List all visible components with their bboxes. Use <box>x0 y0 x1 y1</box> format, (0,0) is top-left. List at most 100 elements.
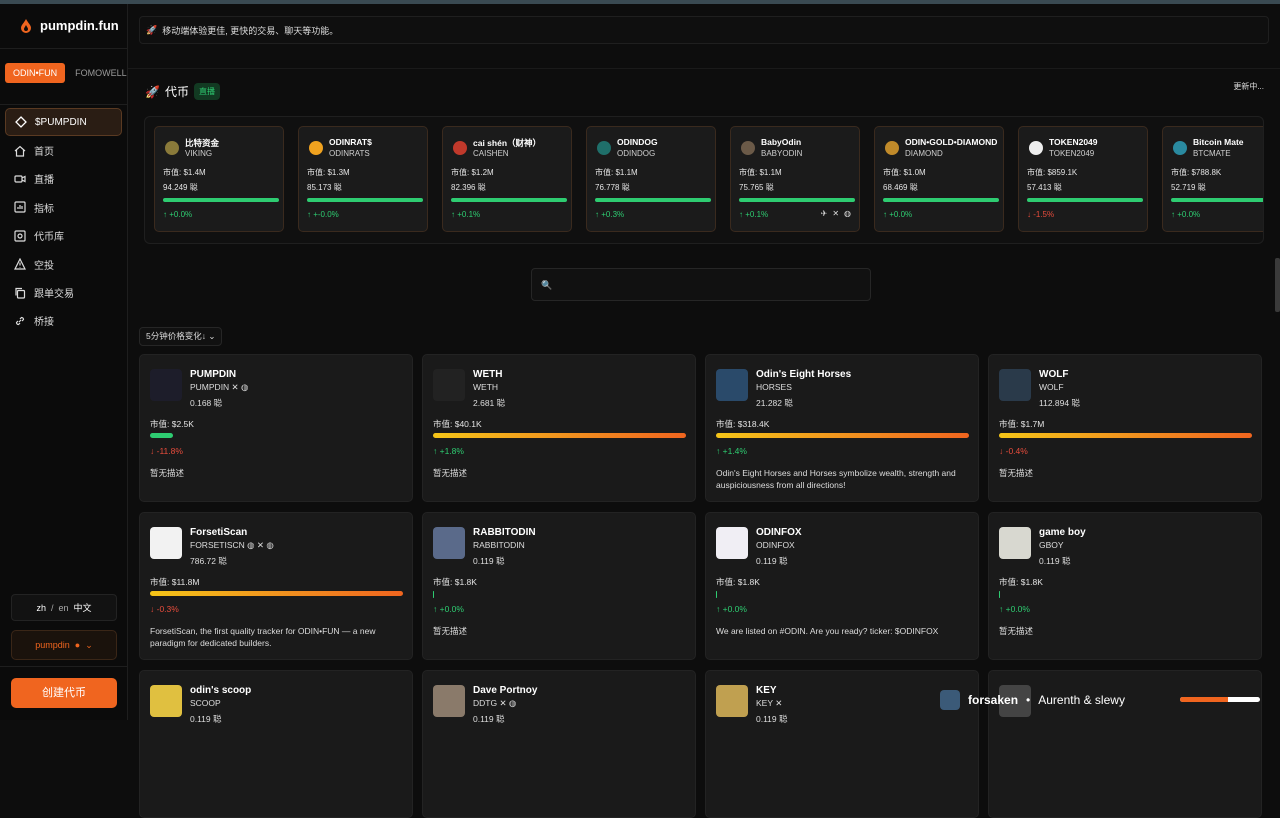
user-menu[interactable]: pumpdin ● ⌄ <box>11 630 117 660</box>
tab-fomowell[interactable]: FOMOWELL <box>67 63 135 83</box>
token-card[interactable]: Odin's Eight Horses HORSES 21.282 聪 市值: … <box>705 354 979 502</box>
trending-token-card[interactable]: ODINDOG ODINDOG 市值: $1.1M 76.778 聪 ↑ +0.… <box>586 126 716 232</box>
token-name: Bitcoin Mate <box>1193 137 1244 147</box>
token-market-cap: 市值: $318.4K <box>716 419 770 429</box>
trending-token-card[interactable]: cai shén（财神） CAISHEN 市值: $1.2M 82.396 聪 … <box>442 126 572 232</box>
token-name: ODINRAT$ <box>329 137 372 147</box>
sidebar-item-live[interactable]: 直播 <box>5 165 122 193</box>
sidebar-item-label: 首页 <box>34 147 54 159</box>
globe-icon[interactable]: ◍ <box>844 209 851 218</box>
trending-token-card[interactable]: BabyOdin BABYODIN 市值: $1.1M 75.765 聪 ↑ +… <box>730 126 860 232</box>
token-market-cap: 市值: $1.3M <box>307 168 350 177</box>
token-card[interactable]: ODINFOX ODINFOX 0.119 聪 市值: $1.8K ↑ +0.0… <box>705 512 979 660</box>
token-name: BabyOdin <box>761 137 802 147</box>
trending-token-card[interactable]: ODIN•GOLD•DIAMOND DIAMOND 市值: $1.0M 68.4… <box>874 126 1004 232</box>
token-price: 0.119 聪 <box>756 714 788 724</box>
token-market-cap: 市值: $1.1M <box>739 168 782 177</box>
trending-token-card[interactable]: Bitcoin Mate BTCMATE 市值: $788.8K 52.719 … <box>1162 126 1263 232</box>
token-card[interactable]: WOLF WOLF 112.894 聪 市值: $1.7M ↓ -0.4% 暂无… <box>988 354 1262 502</box>
token-ticker: DIAMOND <box>905 149 943 158</box>
token-ticker: PUMPDIN ✕ ◍ <box>190 382 249 392</box>
sidebar-item-home[interactable]: 首页 <box>5 136 122 164</box>
token-price: 112.894 聪 <box>1039 398 1080 408</box>
token-name: WOLF <box>1039 369 1069 380</box>
token-change: ↑ +0.0% <box>163 210 193 219</box>
sidebar-item-airdrop[interactable]: 空投 <box>5 250 122 278</box>
token-market-cap: 市值: $1.8K <box>716 577 760 587</box>
trending-token-card[interactable]: 比特资金 VIKING 市值: $1.4M 94.249 聪 ↑ +0.0% <box>154 126 284 232</box>
token-card[interactable]: WETH WETH 2.681 聪 市值: $40.1K ↑ +1.8% 暂无描… <box>422 354 696 502</box>
token-name: Dave Portnoy <box>473 685 538 696</box>
token-name: odin's scoop <box>190 685 252 696</box>
token-price: 82.396 聪 <box>451 183 486 192</box>
token-card[interactable]: RABBITODIN RABBITODIN 0.119 聪 市值: $1.8K … <box>422 512 696 660</box>
search-input[interactable] <box>556 275 856 295</box>
token-name: ForsetiScan <box>190 527 248 538</box>
sidebar-item-vault[interactable]: 代币库 <box>5 222 122 250</box>
token-image <box>433 685 465 717</box>
token-card[interactable]: odin's scoop SCOOP 0.119 聪 <box>139 670 413 818</box>
create-token-button[interactable]: 创建代币 <box>11 678 117 708</box>
token-icon <box>1173 141 1187 155</box>
token-price: 0.119 聪 <box>1039 556 1071 566</box>
token-price: 75.765 聪 <box>739 183 774 192</box>
sort-dropdown[interactable]: 5分钟价格变化↓ ⌄ <box>139 327 223 346</box>
sidebar-item-bridge[interactable]: 桥接 <box>5 307 122 335</box>
token-price: 0.168 聪 <box>190 398 223 408</box>
language-switch[interactable]: zh / en 中文 <box>11 594 117 621</box>
token-ticker: ODINDOG <box>617 149 656 158</box>
track-progress[interactable] <box>1180 697 1260 702</box>
flame-icon: ● <box>74 640 81 650</box>
live-badge: 直播 <box>193 83 220 100</box>
sidebar-item-metrics[interactable]: 指标 <box>5 193 122 221</box>
token-name: cai shén（财神） <box>473 138 542 148</box>
token-card[interactable]: Dave Portnoy DDTG ✕ ◍ 0.119 聪 <box>422 670 696 818</box>
trending-token-card[interactable]: ODINRAT$ ODINRATS 市值: $1.3M 85.173 聪 ↑ +… <box>298 126 428 232</box>
token-card[interactable]: ForsetiScan FORSETISCN ◍ ✕ ◍ 786.72 聪 市值… <box>139 512 413 660</box>
sidebar-item-pumpdin[interactable]: $PUMPDIN <box>5 108 122 137</box>
token-name: ODINDOG <box>617 137 658 147</box>
token-name: WETH <box>473 369 503 380</box>
token-icon <box>309 141 323 155</box>
lang-alt[interactable]: en <box>59 603 69 613</box>
telegram-icon[interactable]: ✈ <box>821 209 828 218</box>
token-market-cap: 市值: $1.0M <box>883 168 926 177</box>
token-ticker: WETH <box>473 382 499 392</box>
token-name: Odin's Eight Horses <box>756 369 852 380</box>
search-icon: 🔍 <box>541 280 553 290</box>
tab-odinfun[interactable]: ODIN•FUN <box>5 63 66 83</box>
token-market-cap: 市值: $788.8K <box>1171 168 1222 177</box>
token-change: ↑ +0.3% <box>595 210 625 219</box>
flame-logo-icon <box>21 18 31 33</box>
token-change: ↓ -0.4% <box>999 446 1028 456</box>
search-box[interactable]: 🔍 <box>531 268 871 301</box>
x-icon[interactable]: ✕ <box>832 209 839 218</box>
sort-label: 5分钟价格变化↓ <box>146 331 206 341</box>
token-image <box>716 369 748 401</box>
music-player[interactable]: forsaken • Aurenth & slewy <box>940 684 1280 716</box>
scrollbar[interactable] <box>1275 258 1280 312</box>
airdrop-icon <box>14 258 26 270</box>
trending-token-card[interactable]: TOKEN2049 TOKEN2049 市值: $859.1K 57.413 聪… <box>1018 126 1148 232</box>
track-progress-fill <box>1180 697 1228 702</box>
token-market-cap: 市值: $859.1K <box>1027 168 1078 177</box>
token-card[interactable]: game boy GBOY 0.119 聪 市值: $1.8K ↑ +0.0% … <box>988 512 1262 660</box>
token-price: 0.119 聪 <box>473 714 505 724</box>
token-ticker: CAISHEN <box>473 149 509 158</box>
brand[interactable]: pumpdin.fun <box>20 18 119 33</box>
token-price: 21.282 聪 <box>756 398 793 408</box>
token-market-cap: 市值: $1.8K <box>433 577 477 587</box>
token-progress-bar <box>1027 198 1143 202</box>
sidebar-item-copy-trade[interactable]: 跟单交易 <box>5 278 122 306</box>
sidebar-item-label: 代币库 <box>34 232 64 244</box>
token-card[interactable]: PUMPDIN PUMPDIN ✕ ◍ 0.168 聪 市值: $2.5K ↓ … <box>139 354 413 502</box>
token-description: 暂无描述 <box>999 468 1034 478</box>
lang-current[interactable]: zh <box>36 603 46 613</box>
token-price: 0.119 聪 <box>190 714 222 724</box>
track-separator: • <box>1026 693 1031 707</box>
token-image <box>150 527 182 559</box>
lang-label: 中文 <box>73 603 92 613</box>
token-card[interactable]: KEY KEY ✕ 0.119 聪 <box>705 670 979 818</box>
token-change: ↓ -1.5% <box>1027 210 1055 219</box>
rocket-icon: 🚀 <box>145 84 160 99</box>
